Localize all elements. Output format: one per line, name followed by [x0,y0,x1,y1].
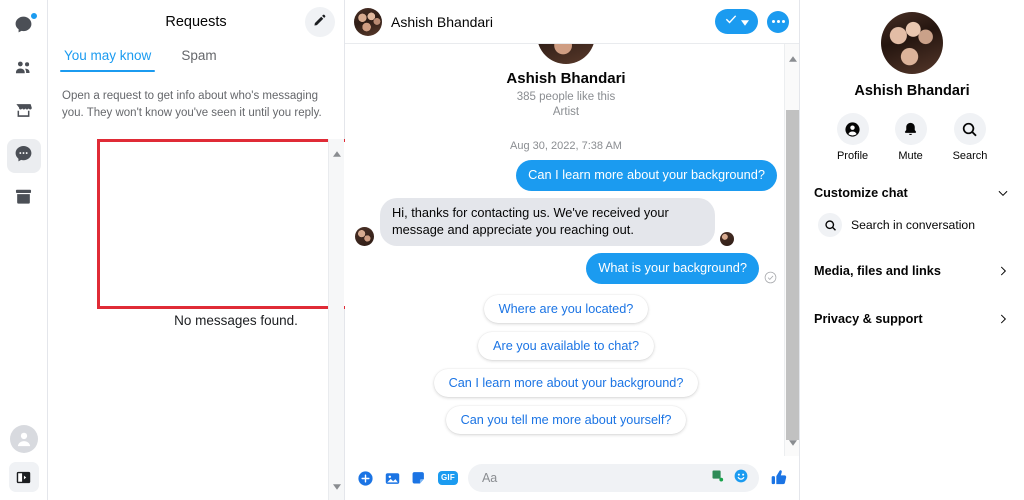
seen-indicator-avatar [720,231,734,246]
bell-icon [894,113,927,145]
delivered-check-icon [764,271,777,284]
message-bubble-outgoing[interactable]: What is your background? [586,252,759,284]
store-icon [14,101,33,125]
chat-contact-name: Ashish Bhandari [391,13,493,30]
chat-scroll-up-arrow-icon[interactable] [785,51,801,67]
scroll-up-arrow-icon[interactable] [329,146,345,162]
sticker-icon[interactable] [411,470,428,487]
requests-tabs: You may know Spam [48,44,344,82]
suggested-reply-chip[interactable]: Can you tell me more about yourself? [445,405,687,434]
confirm-request-button[interactable] [715,9,758,34]
message-date-divider: Aug 30, 2022, 7:38 AM [510,140,622,152]
pencil-icon [313,13,327,32]
message-bubble-outgoing[interactable]: Can I learn more about your background? [516,160,777,191]
chat-header-actions [715,9,789,34]
new-message-button[interactable] [305,7,335,37]
gif-icon[interactable]: GIF [438,471,458,485]
suggested-replies: Where are you located? Are you available… [355,294,777,434]
requests-note: Open a request to get info about who's m… [62,90,322,119]
requests-title: Requests [165,14,227,30]
archive-box-icon [14,187,33,211]
requests-panel: Requests You may know Spam Open a reques… [48,0,375,500]
details-action-label: Search [952,150,988,162]
chevron-right-icon [996,264,1010,278]
left-nav-rail [0,0,48,500]
profile-card-name: Ashish Bhandari [506,70,626,87]
conversation-profile-card: Ashish Bhandari 385 people like this Art… [355,44,777,118]
gif-label: GIF [438,471,458,485]
details-action-label: Mute [898,150,923,162]
suggested-reply-chip[interactable]: Are you available to chat? [478,331,654,360]
details-quick-actions: Profile Mute Search [814,113,1010,162]
caret-down-icon [741,13,749,31]
requests-scrollbar[interactable] [328,139,344,500]
notification-badge-dot [29,12,38,20]
search-in-conversation-label: Search in conversation [851,218,975,232]
message-row: Hi, thanks for contacting us. We've rece… [355,197,777,246]
profile-card-avatar [537,44,595,64]
plus-circle-icon[interactable] [357,470,374,487]
chat-scrollbar-thumb[interactable] [786,110,799,440]
message-bubble-incoming[interactable]: Hi, thanks for contacting us. We've rece… [380,197,715,246]
photo-icon[interactable] [384,470,401,487]
message-row: Can I learn more about your background? [355,160,777,191]
chat-header: Ashish Bhandari [345,0,799,44]
contact-avatar[interactable] [354,7,382,36]
rail-bottom-group [8,425,39,492]
message-composer: GIF Aa [345,456,799,500]
details-action-search[interactable]: Search [952,113,988,162]
people-icon [14,58,33,82]
details-section-label: Customize chat [814,186,908,200]
message-input[interactable]: Aa [467,464,759,492]
search-icon [818,213,842,237]
tab-spam[interactable]: Spam [179,44,218,72]
message-dots-icon [14,144,33,168]
chat-pane: Ashish Bhandari Ashish Bhandari 385 peop… [345,0,800,500]
details-section-privacy-support[interactable]: Privacy & support [814,302,1010,336]
chat-scrollbar[interactable] [784,44,799,456]
account-avatar-icon[interactable] [9,425,38,453]
message-input-placeholder: Aa [481,471,498,485]
requests-header: Requests [48,0,344,44]
chat-message-list: Ashish Bhandari 385 people like this Art… [345,44,799,456]
details-section-customize-chat[interactable]: Customize chat [814,176,1010,210]
rail-item-people[interactable] [7,53,41,87]
chevron-down-icon [996,186,1010,200]
rail-item-chats-notification[interactable] [7,10,41,44]
profile-card-category: Artist [552,106,580,118]
rail-item-messages[interactable] [6,139,41,173]
rail-item-marketplace[interactable] [7,96,41,130]
details-section-media-files-links[interactable]: Media, files and links [814,254,1010,288]
emoji-icon[interactable] [733,468,749,489]
tab-you-may-know[interactable]: You may know [59,44,156,72]
message-row: What is your background? [355,252,777,284]
messenger-app: Requests You may know Spam Open a reques… [0,0,1024,500]
check-icon [724,12,738,31]
contact-avatar-large[interactable] [881,12,943,74]
conversation-details-panel: Ashish Bhandari Profile Mute Search Cust… [800,0,1024,500]
thumbs-up-icon[interactable] [769,468,789,488]
rail-item-archive[interactable] [7,182,41,216]
search-in-conversation-row[interactable]: Search in conversation [814,210,1010,240]
composer-inline-icons [710,468,749,489]
chevron-right-icon [996,312,1010,326]
search-icon [953,113,986,145]
profile-icon [836,113,869,145]
scroll-down-arrow-icon[interactable] [329,479,345,495]
chat-scroll-down-arrow-icon[interactable] [785,435,801,451]
details-section-label: Privacy & support [814,312,923,326]
details-contact-name: Ashish Bhandari [854,83,970,99]
details-action-label: Profile [836,150,869,162]
details-section-label: Media, files and links [814,264,941,278]
green-sticker-icon[interactable] [710,468,725,488]
profile-card-likes: 385 people like this [516,91,616,103]
message-sender-avatar [355,226,374,246]
suggested-reply-chip[interactable]: Can I learn more about your background? [433,368,699,397]
details-action-profile[interactable]: Profile [836,113,869,162]
more-options-icon[interactable] [767,10,789,33]
details-action-mute[interactable]: Mute [894,113,927,162]
sidebar-toggle-icon[interactable] [8,462,39,492]
suggested-reply-chip[interactable]: Where are you located? [483,294,649,323]
